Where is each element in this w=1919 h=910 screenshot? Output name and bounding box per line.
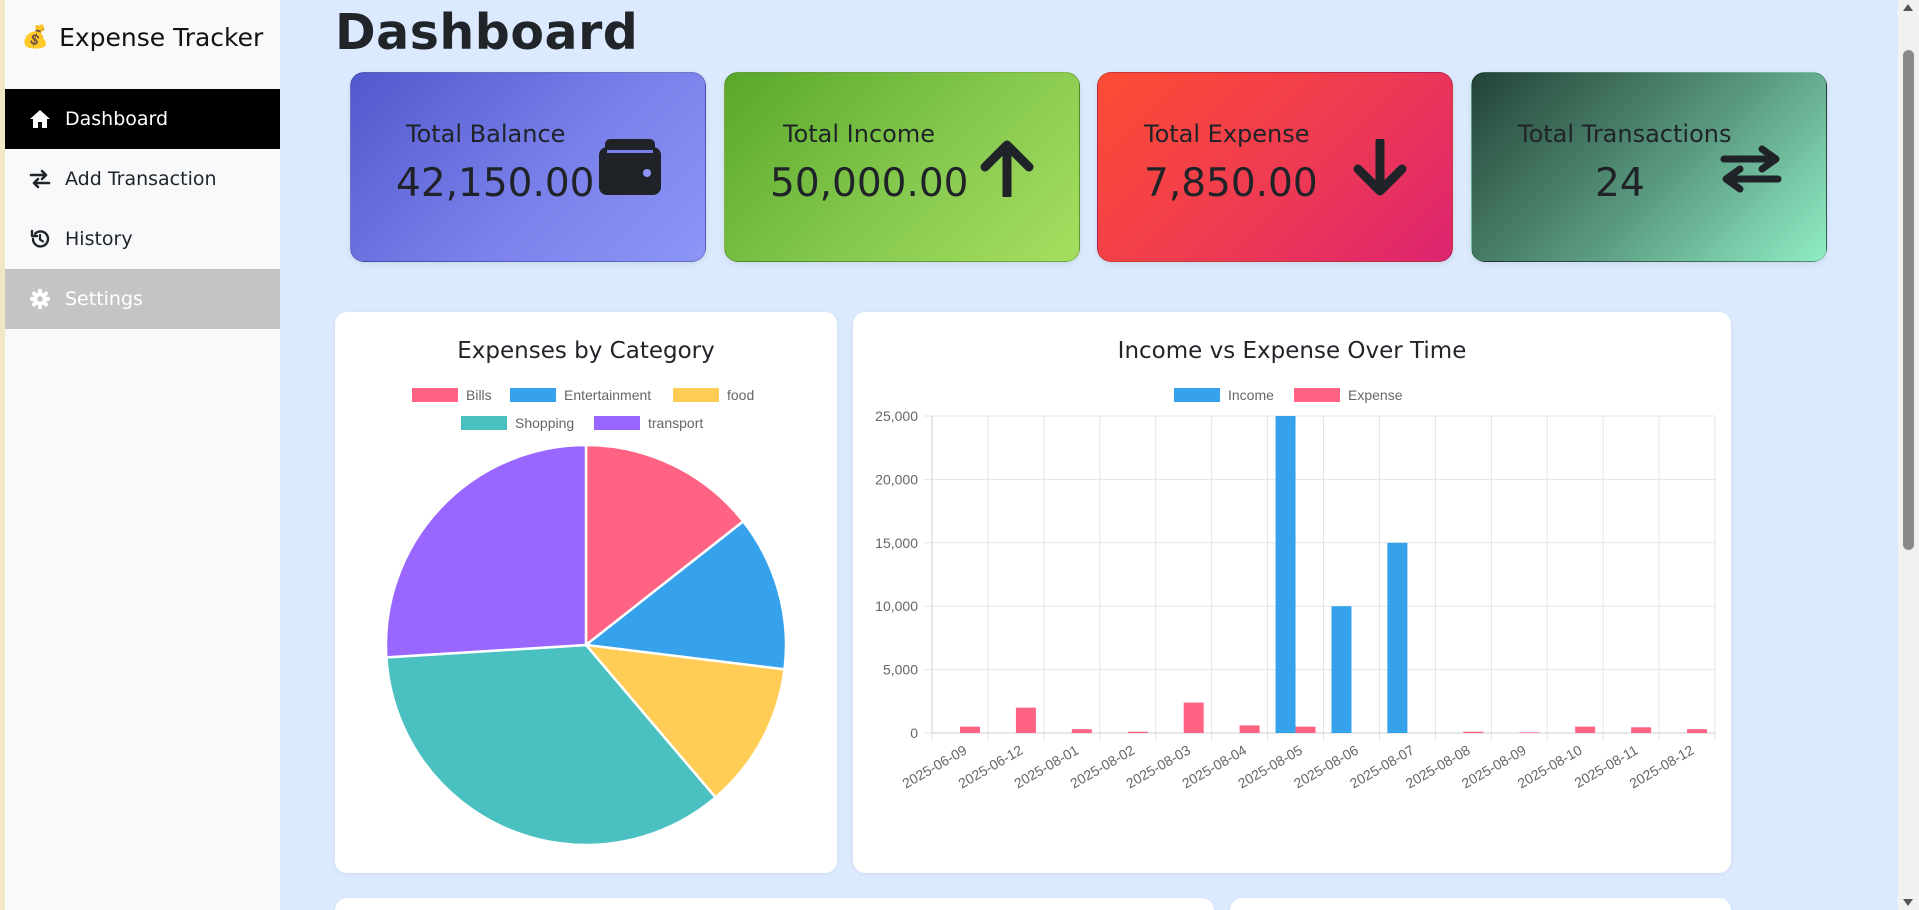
- main-content: Dashboard Total Balance 42,150.00 Total …: [280, 0, 1898, 910]
- y-tick-label: 10,000: [875, 598, 918, 614]
- legend-label: Bills: [466, 387, 492, 403]
- legend-label: food: [727, 387, 755, 403]
- sidebar-item-settings[interactable]: Settings: [5, 269, 280, 329]
- swap-arrows-icon: [1720, 145, 1782, 197]
- y-tick-label: 25,000: [875, 408, 918, 424]
- card-value: 24: [1595, 161, 1645, 206]
- app-title: Expense Tracker: [59, 23, 264, 52]
- bottom-panel-right: [1230, 898, 1731, 910]
- total-income-card: Total Income 50,000.00: [724, 72, 1080, 262]
- card-value: 50,000.00: [770, 161, 969, 206]
- bar-expense-2025-08-10[interactable]: [1575, 726, 1596, 733]
- card-label: Total Balance: [406, 120, 566, 148]
- wallet-icon: [599, 139, 661, 199]
- arrow-up-icon: [980, 139, 1034, 201]
- sidebar-item-label: Settings: [65, 288, 143, 310]
- expenses-by-category-panel: Expenses by Category Bills Entertainment…: [335, 312, 837, 873]
- pie-slice-transport[interactable]: [384, 443, 588, 659]
- legend-label: transport: [648, 415, 704, 431]
- sidebar: 💰 Expense Tracker Dashboard Add Transact…: [5, 0, 280, 910]
- scroll-thumb[interactable]: [1903, 50, 1914, 550]
- sidebar-item-label: Dashboard: [65, 108, 169, 130]
- chart-title: Expenses by Category: [457, 338, 715, 364]
- total-transactions-card: Total Transactions 24: [1471, 72, 1827, 262]
- bar-expense-2025-08-02[interactable]: [1127, 731, 1148, 733]
- page-title: Dashboard: [335, 4, 639, 61]
- card-value: 42,150.00: [396, 161, 595, 206]
- sidebar-item-label: Add Transaction: [65, 168, 217, 190]
- bar-income-2025-08-07[interactable]: [1387, 542, 1408, 733]
- bottom-panel-left: [335, 898, 1214, 910]
- home-icon: [29, 109, 59, 129]
- exchange-icon: [29, 169, 59, 189]
- bar-income-2025-08-06[interactable]: [1331, 606, 1352, 733]
- sidebar-item-history[interactable]: History: [5, 209, 280, 269]
- bar-expense-2025-08-12[interactable]: [1687, 729, 1708, 733]
- y-tick-label: 0: [910, 725, 918, 741]
- bar-expense-2025-08-03[interactable]: [1183, 702, 1204, 733]
- legend-item-food[interactable]: food: [673, 387, 754, 403]
- legend-item-transport[interactable]: transport: [594, 415, 703, 431]
- bar-expense-2025-08-01[interactable]: [1071, 729, 1092, 733]
- bar-expense-2025-06-12[interactable]: [1015, 707, 1036, 733]
- scroll-up-arrow-icon[interactable]: [1903, 4, 1913, 11]
- card-label: Total Income: [783, 120, 935, 148]
- x-tick-label: 2025-08-12: [1627, 742, 1697, 792]
- legend-label: Shopping: [515, 415, 575, 431]
- legend-item-entertainment[interactable]: Entertainment: [510, 387, 651, 403]
- scroll-down-arrow-icon[interactable]: [1903, 899, 1913, 906]
- bar-expense-2025-08-11[interactable]: [1631, 727, 1652, 733]
- legend-item-shopping[interactable]: Shopping: [461, 415, 574, 431]
- total-balance-card: Total Balance 42,150.00: [350, 72, 706, 262]
- legend-label: Entertainment: [564, 387, 652, 403]
- y-tick-label: 5,000: [883, 662, 918, 678]
- brand[interactable]: 💰 Expense Tracker: [5, 0, 280, 75]
- bar-expense-2025-08-09[interactable]: [1519, 732, 1540, 733]
- legend-item-bills[interactable]: Bills: [412, 387, 492, 403]
- sidebar-nav: Dashboard Add Transaction History Settin…: [5, 89, 280, 329]
- y-tick-label: 15,000: [875, 535, 918, 551]
- bar-income-2025-08-05[interactable]: [1275, 416, 1296, 733]
- bar-expense-2025-08-05[interactable]: [1295, 726, 1316, 733]
- sidebar-item-add-transaction[interactable]: Add Transaction: [5, 149, 280, 209]
- pie-chart: [384, 443, 788, 847]
- income-vs-expense-panel: Income vs Expense Over Time Income Expen…: [853, 312, 1731, 873]
- history-icon: [29, 228, 59, 250]
- card-label: Total Transactions: [1518, 120, 1732, 148]
- y-tick-label: 20,000: [875, 471, 918, 487]
- gear-icon: [29, 288, 59, 310]
- page-scrollbar[interactable]: [1898, 0, 1919, 910]
- arrow-down-icon: [1353, 136, 1407, 201]
- total-expense-card: Total Expense 7,850.00: [1097, 72, 1453, 262]
- card-label: Total Expense: [1144, 120, 1310, 148]
- sidebar-item-dashboard[interactable]: Dashboard: [5, 89, 280, 149]
- bar-expense-2025-06-09[interactable]: [959, 726, 980, 733]
- bar-expense-2025-08-08[interactable]: [1463, 731, 1484, 733]
- x-tick-label: 2025-08-10: [1515, 742, 1585, 792]
- card-value: 7,850.00: [1144, 161, 1318, 206]
- bar-chart: 25,00020,00015,00010,0005,00002025-06-09…: [875, 408, 1716, 792]
- money-bag-icon: 💰: [21, 25, 50, 50]
- sidebar-item-label: History: [65, 228, 133, 250]
- bar-expense-2025-08-04[interactable]: [1239, 725, 1260, 733]
